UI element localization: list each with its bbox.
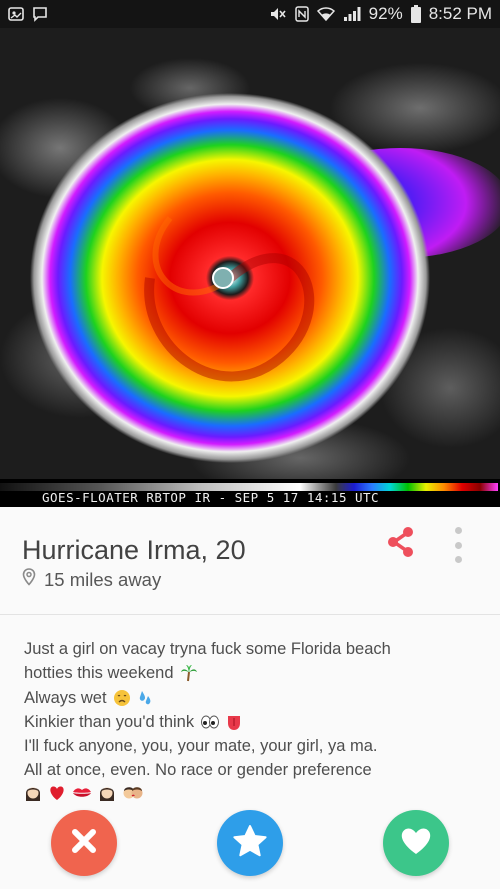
- kiss-mark-emoji: [72, 786, 92, 800]
- bio-line-7: [24, 783, 484, 803]
- weary-face-emoji: [113, 689, 131, 707]
- woman-emoji: [24, 783, 42, 803]
- profile-name-age: Hurricane Irma, 20: [22, 535, 246, 565]
- bio-line-4: Kinkier than you'd think: [24, 710, 484, 734]
- profile-info: Hurricane Irma, 20 15 miles away: [0, 507, 500, 615]
- satellite-caption-bar-overlay: GOES-FLOATER RBTOP IR - SEP 5 17 14:15 U…: [0, 479, 500, 507]
- clock: 8:52 PM: [428, 4, 492, 23]
- signal-icon: [343, 6, 361, 22]
- sweat-droplets-emoji: [137, 689, 153, 707]
- woman-emoji: [98, 783, 116, 803]
- nfc-icon: [294, 6, 309, 22]
- wifi-icon: [316, 6, 335, 22]
- battery-icon: [410, 5, 421, 23]
- share-button[interactable]: [386, 526, 416, 563]
- bio-line-2: hotties this weekend: [24, 661, 484, 685]
- tongue-emoji: [226, 713, 242, 731]
- mute-icon: [269, 6, 287, 22]
- heart-icon: [399, 826, 433, 861]
- profile-photo[interactable]: GOES-FLOATER RBTOP IR - SEP 5 17 14:15 U…: [0, 28, 500, 507]
- battery-percent: 92%: [368, 4, 403, 23]
- super-like-button[interactable]: [217, 810, 283, 876]
- status-left: [8, 6, 48, 22]
- satellite-caption: GOES-FLOATER RBTOP IR - SEP 5 17 14:15 U…: [42, 490, 380, 505]
- nope-button[interactable]: [51, 810, 117, 876]
- message-icon: [32, 6, 48, 22]
- couple-kiss-emoji: [122, 784, 144, 802]
- status-bar: 92% 8:52 PM: [0, 0, 500, 28]
- more-options-button[interactable]: [450, 527, 466, 563]
- distance-row: 15 miles away: [22, 568, 161, 591]
- heart-emoji: [48, 785, 66, 801]
- share-icon: [387, 526, 415, 563]
- bio-line-6: All at once, even. No race or gender pre…: [24, 761, 372, 780]
- x-icon: [69, 826, 99, 861]
- hurricane-satellite-image: [0, 28, 500, 507]
- action-bar: [0, 808, 500, 889]
- location-pin-icon: [22, 568, 36, 591]
- bio-line-3: Always wet: [24, 686, 484, 710]
- palm-tree-emoji: [180, 664, 198, 682]
- gallery-icon: [8, 6, 24, 22]
- eyes-emoji: [200, 714, 220, 730]
- star-icon: [232, 824, 268, 863]
- status-right: 92% 8:52 PM: [269, 4, 492, 24]
- bio-line-1: Just a girl on vacay tryna fuck some Flo…: [24, 640, 391, 658]
- bio-text: Just a girl on vacay tryna fuck some Flo…: [24, 637, 484, 803]
- like-button[interactable]: [383, 810, 449, 876]
- more-vertical-icon: [454, 527, 462, 534]
- distance-text: 15 miles away: [44, 568, 162, 590]
- bio-line-5: I'll fuck anyone, you, your mate, your g…: [24, 737, 378, 756]
